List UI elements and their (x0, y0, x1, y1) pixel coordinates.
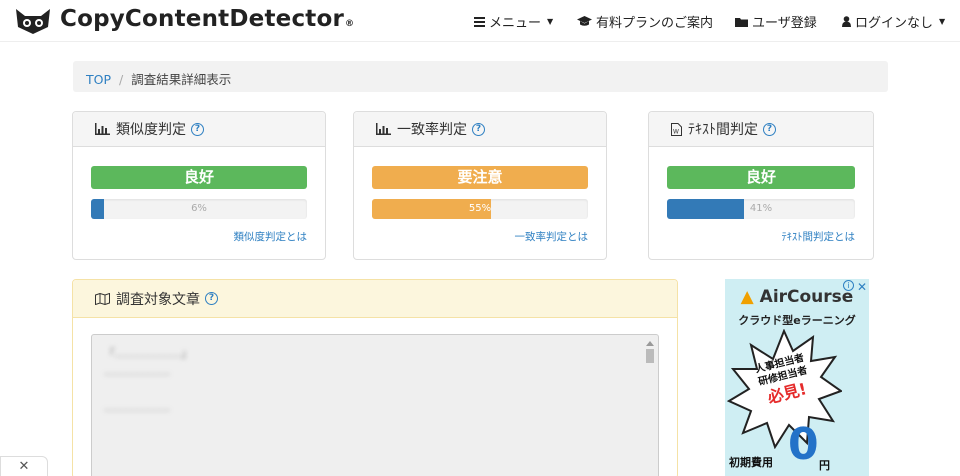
ad-cost-value: 0 (788, 419, 819, 470)
help-icon[interactable]: ? (205, 292, 218, 305)
bar-chart-icon (95, 123, 110, 135)
inter-text-panel: W ﾃｷｽﾄ間判定 ? 良好 41% ﾃｷｽﾄ間判定とは (648, 111, 874, 260)
nav-plans-label: 有料プランのご案内 (596, 16, 714, 31)
site-header: CopyContentDetector® メニュー ▼ 有料プランのご案内 ユーザ… (0, 0, 960, 42)
nav-register[interactable]: ユーザ登録 (735, 12, 817, 31)
target-text-title: 調査対象文章 (116, 291, 200, 308)
brand-reg-mark: ® (345, 19, 355, 29)
ad-brand: ▲ AirCourse (725, 287, 869, 307)
breadcrumb: TOP / 調査結果詳細表示 (73, 61, 888, 92)
ad-logo-icon: ▲ (740, 287, 754, 307)
nav-menu[interactable]: メニュー ▼ (474, 12, 553, 31)
svg-text:W: W (673, 128, 679, 135)
inter-text-about-link[interactable]: ﾃｷｽﾄ間判定とは (782, 229, 856, 244)
close-icon[interactable]: ✕ (0, 456, 48, 476)
nav-login[interactable]: ログインなし ▼ (842, 12, 945, 31)
inter-text-panel-title: ﾃｷｽﾄ間判定 (688, 122, 758, 138)
similarity-panel: 類似度判定 ? 良好 6% 類似度判定とは (72, 111, 326, 260)
list-icon (474, 16, 485, 27)
match-rate-panel-header: 一致率判定 ? (354, 112, 606, 147)
nav-plans[interactable]: 有料プランのご案内 (577, 12, 713, 31)
match-rate-panel-title: 一致率判定 (397, 122, 467, 138)
similarity-progress-label: 6% (191, 203, 207, 214)
ad-subtitle: クラウド型eラーニング (738, 314, 856, 327)
target-text-panel: 調査対象文章 ? 「………………」 ……………… ……………… (72, 279, 678, 476)
match-rate-progress-label: 55% (468, 203, 492, 214)
nav-menu-label: メニュー (489, 16, 542, 31)
help-icon[interactable]: ? (763, 122, 776, 136)
breadcrumb-current: 調査結果詳細表示 (131, 72, 232, 87)
match-rate-about-link[interactable]: 一致率判定とは (515, 229, 589, 244)
caret-down-icon: ▼ (547, 17, 554, 26)
brand-logo[interactable]: CopyContentDetector® (60, 6, 354, 32)
advertisement[interactable]: i ✕ ▲ AirCourse クラウド型eラーニング 人事担当者 研修担当者 … (725, 279, 869, 476)
match-rate-progress-bar: 55% (372, 199, 588, 219)
inter-text-panel-header: W ﾃｷｽﾄ間判定 ? (649, 112, 873, 147)
match-rate-verdict-badge: 要注意 (372, 166, 588, 189)
textarea-scrollbar[interactable] (644, 339, 656, 476)
ad-brand-name: AirCourse (759, 287, 854, 307)
inter-text-progress-bar: 41% (667, 199, 855, 219)
similarity-verdict-badge: 良好 (91, 166, 307, 189)
similarity-progress-bar: 6% (91, 199, 307, 219)
similarity-panel-title: 類似度判定 (116, 122, 186, 138)
nav-register-label: ユーザ登録 (752, 16, 817, 31)
user-icon (842, 16, 851, 27)
brand-name: CopyContentDetector (60, 6, 345, 32)
doc-icon: W (671, 122, 682, 136)
breadcrumb-home-link[interactable]: TOP (86, 72, 111, 87)
target-text-header: 調査対象文章 ? (73, 280, 677, 318)
inter-text-progress-label: 41% (749, 203, 773, 214)
folder-icon (735, 17, 748, 27)
help-icon[interactable]: ? (472, 122, 485, 136)
target-textarea[interactable]: 「………………」 ……………… ……………… (91, 334, 659, 476)
breadcrumb-separator: / (119, 72, 124, 87)
ad-cost-unit: 円 (819, 459, 830, 472)
logo-cat-icon[interactable] (13, 5, 53, 35)
graduation-cap-icon (577, 16, 592, 26)
bar-chart-icon (376, 123, 391, 135)
target-text-content: 「………………」 ……………… ……………… (104, 347, 192, 414)
map-icon (95, 292, 110, 305)
similarity-about-link[interactable]: 類似度判定とは (234, 229, 308, 244)
scroll-thumb[interactable] (646, 349, 654, 363)
help-icon[interactable]: ? (191, 122, 204, 136)
similarity-panel-header: 類似度判定 ? (73, 112, 325, 147)
scroll-up-icon[interactable] (646, 341, 654, 346)
inter-text-verdict-badge: 良好 (667, 166, 855, 189)
match-rate-panel: 一致率判定 ? 要注意 55% 一致率判定とは (353, 111, 607, 260)
nav-login-label: ログインなし (855, 16, 934, 31)
ad-cost-label: 初期費用 (729, 456, 773, 469)
caret-down-icon: ▼ (939, 17, 946, 26)
